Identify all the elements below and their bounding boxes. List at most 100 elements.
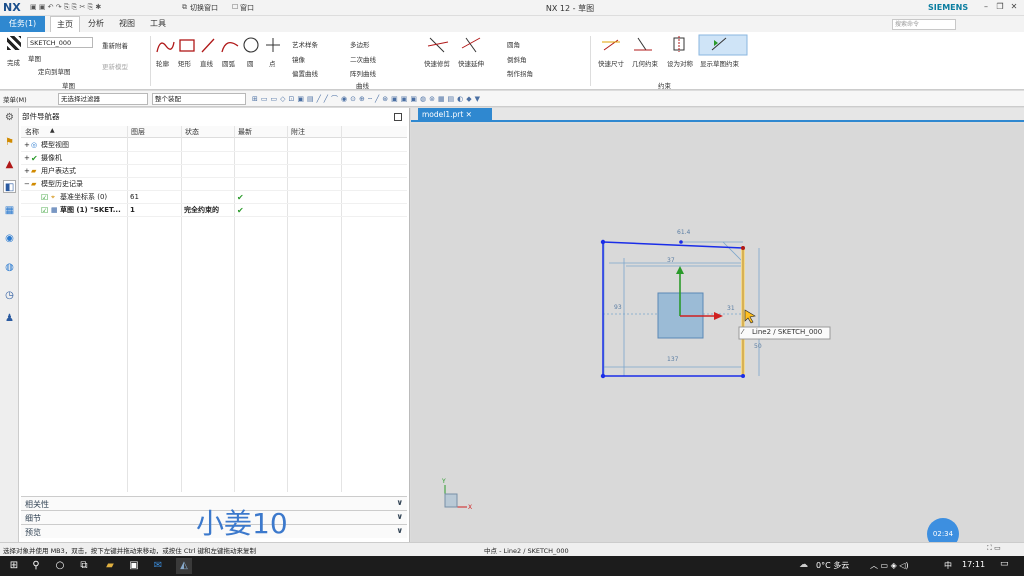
tab-analysis[interactable]: 分析 [82,16,110,32]
column-latest[interactable]: 最新 [238,127,252,137]
task-view-icon[interactable]: ⧉ [76,558,92,574]
part-navigator-icon[interactable]: ◧ [3,180,16,193]
check-icon[interactable]: ☑ [41,191,48,204]
clock[interactable]: 17:11 [962,560,985,569]
line-label[interactable]: 直线 [200,58,213,68]
navigator-maximize-icon[interactable] [394,113,402,121]
show-sketch-constraints-label[interactable]: 显示草图约束 [700,58,739,68]
file-tab[interactable]: model1.prt ✕ [418,108,492,121]
window-switch-icon[interactable]: ⧉ [182,3,187,13]
ime-indicator[interactable]: 中 [944,560,952,571]
sort-icon[interactable]: ▲ [50,127,55,134]
chevron-down-icon[interactable]: ∨ [397,526,404,535]
sketch-name-select[interactable]: SKETCH_000 [27,37,93,48]
polygon-label[interactable]: 多边形 [350,39,370,49]
rapid-dimension-label[interactable]: 快速尺寸 [598,58,624,68]
column-note[interactable]: 附注 [291,127,305,137]
expand-icon[interactable]: + [24,165,30,178]
command-search-input[interactable]: 搜索命令 [892,19,956,30]
table-row[interactable]: ☑ ⌖ 基准坐标系 (0) 61 ✔ [21,191,407,204]
table-row[interactable]: + ✔ 摄像机 [21,152,407,165]
close-icon[interactable]: ✕ [1008,2,1020,14]
scope-select[interactable]: 整个装配 [152,93,246,105]
dimension-top[interactable]: 61.4 [677,229,690,236]
quick-trim-label[interactable]: 快速修剪 [424,58,450,68]
constraint-icons[interactable] [598,34,750,56]
dimension-mid[interactable]: 31 [727,305,735,312]
minimize-icon[interactable]: – [980,2,992,14]
snap-toolbar-icons[interactable]: ⊞▭▭◇⊡▣▤╱╱⌒◉⊙⊕╌╱⊛▣▣▣◍⊚▦▤◐◆▼ [252,94,692,104]
orient-sketch-label[interactable]: 定向到草图 [38,66,71,76]
cortana-icon[interactable]: ○ [52,558,68,574]
point-label[interactable]: 点 [269,58,276,68]
tab-home[interactable]: 主页 [50,16,80,32]
weather-text[interactable]: 0°C 多云 [816,560,849,571]
check-icon[interactable]: ✔ [31,152,38,165]
tab-tools[interactable]: 工具 [144,16,172,32]
reuse-library-icon[interactable]: ▦ [3,204,16,217]
dimension-bottom[interactable]: 137 [667,356,678,363]
settings-icon[interactable]: ⚙ [3,111,16,124]
window-switch[interactable]: 切换窗口 [190,3,218,13]
save-icon[interactable]: ▣ ▣ ↶ ↷ ⎘ ⎘ ✂ ⎘ ✱ [30,3,101,13]
status-icons[interactable]: ⛶ ▭ [987,544,1001,553]
assembly-navigator-icon[interactable]: ⚑ [3,136,16,149]
mail-icon[interactable]: ✉ [150,558,166,574]
nx-app-icon[interactable]: ◭ [176,558,192,574]
sketch-label[interactable]: 草图 [28,53,41,63]
table-row[interactable]: + ▰ 用户表达式 [21,165,407,178]
table-row[interactable]: ☑ ▦ 草图 (1) "SKET... 1 完全约束的 ✔ [21,204,407,217]
clock-icon[interactable]: ◷ [3,289,16,302]
tab-view[interactable]: 视图 [113,16,141,32]
trim-extend-icons[interactable] [422,34,492,56]
finish-sketch-icon[interactable] [7,36,21,50]
circle-label[interactable]: 圆 [247,58,254,68]
window-menu[interactable]: 窗口 [240,3,254,13]
expand-icon[interactable]: + [24,139,30,152]
rectangle-label[interactable]: 矩形 [178,58,191,68]
table-row[interactable]: + ◎ 模型视图 [21,139,407,152]
make-symmetric-label[interactable]: 设为对称 [667,58,693,68]
table-row[interactable]: − ▰ 模型历史记录 [21,178,407,191]
notification-icon[interactable]: ▭ [1000,559,1009,569]
check-icon[interactable]: ☑ [41,204,48,217]
pattern-curve-label[interactable]: 阵列曲线 [350,68,376,78]
collapse-icon[interactable]: − [24,178,30,191]
offset-curve-label[interactable]: 偏置曲线 [292,68,318,78]
history-icon[interactable]: ◍ [3,261,16,274]
file-explorer-icon[interactable]: ▰ [102,558,118,574]
window-icon[interactable]: ☐ [232,3,238,13]
profile-label[interactable]: 轮廓 [156,58,169,68]
constraint-navigator-icon[interactable]: ▲ [3,158,16,171]
dimension-left[interactable]: 93 [614,304,622,311]
make-corner-label[interactable]: 制作拐角 [507,68,533,78]
dimension-inner[interactable]: 37 [667,257,675,264]
arc-label[interactable]: 圆弧 [222,58,235,68]
chevron-down-icon[interactable]: ∨ [397,512,404,521]
dimension-right[interactable]: 50 [754,343,762,350]
web-browser-icon[interactable]: ◉ [3,232,16,245]
spline-label[interactable]: 艺术样条 [292,39,318,49]
sketch-canvas[interactable] [411,124,1024,542]
search-icon[interactable]: ⚲ [28,558,44,574]
mirror-label[interactable]: 镜像 [292,54,305,64]
fillet-label[interactable]: 圆角 [507,39,520,49]
column-layer[interactable]: 图层 [131,127,145,137]
expand-icon[interactable]: + [24,152,30,165]
store-icon[interactable]: ▣ [126,558,142,574]
menu-button[interactable]: 菜单(M) [3,94,27,104]
column-name[interactable]: 名称 [25,127,39,137]
tray-icons[interactable]: ︿ ▭ ◈ ◁) [870,560,909,571]
task-button[interactable]: 任务(1) [0,16,45,32]
chevron-down-icon[interactable]: ∨ [397,498,404,507]
restore-icon[interactable]: ❐ [994,2,1006,14]
column-status[interactable]: 状态 [185,127,199,137]
geometric-constraints-label[interactable]: 几何约束 [632,58,658,68]
curve-tool-icons[interactable] [152,34,292,58]
roles-icon[interactable]: ♟ [3,312,16,325]
quick-extend-label[interactable]: 快速延伸 [458,58,484,68]
type-filter-select[interactable]: 无选择过滤器 [58,93,148,105]
reattach-label[interactable]: 重新附着 [102,40,128,50]
chamfer-label[interactable]: 倒斜角 [507,54,527,64]
windows-start-icon[interactable]: ⊞ [6,558,22,574]
